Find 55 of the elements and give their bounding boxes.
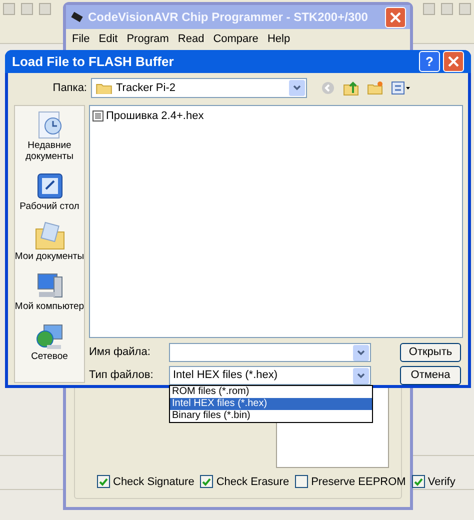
check-icon <box>202 478 212 486</box>
checkbox[interactable] <box>412 475 425 488</box>
places-item[interactable]: Мои документы <box>15 221 84 262</box>
dropdown-button[interactable] <box>289 80 305 96</box>
checkbox[interactable] <box>200 475 214 488</box>
dropdown-option[interactable]: ROM files (*.rom) <box>170 386 372 398</box>
filetype-combo[interactable]: Intel HEX files (*.hex) <box>169 366 371 385</box>
close-icon <box>448 56 459 67</box>
filename-field[interactable] <box>169 343 371 362</box>
checkbox[interactable] <box>97 475 110 488</box>
new-folder-icon[interactable] <box>367 81 383 95</box>
dropdown-button[interactable] <box>353 368 369 384</box>
view-menu-icon[interactable] <box>391 81 411 95</box>
folder-combo[interactable]: Tracker Pi-2 <box>91 78 307 98</box>
checkbox-label: Check Erasure <box>216 474 290 490</box>
dropdown-button[interactable] <box>353 344 369 360</box>
menu-item[interactable]: Compare <box>213 30 258 48</box>
menu-item[interactable]: Program <box>126 30 169 48</box>
chevron-down-icon <box>357 350 365 356</box>
menu-item[interactable]: File <box>72 30 90 48</box>
folder-label: Папка: <box>52 80 87 96</box>
filetype-label: Тип файлов: <box>89 368 154 384</box>
cancel-button[interactable]: Отмена <box>400 366 461 385</box>
window-title: CodeVisionAVR Chip Programmer - STK200+/300 <box>88 9 369 26</box>
places-item[interactable]: Недавние документы <box>15 110 84 162</box>
menu-item[interactable]: Help <box>267 30 290 48</box>
close-button[interactable] <box>443 51 464 72</box>
menu-item[interactable]: Edit <box>98 30 118 48</box>
up-folder-icon[interactable] <box>343 80 359 96</box>
checkbox-label: Preserve EEPROM <box>311 474 406 490</box>
check-icon <box>99 478 108 486</box>
help-button[interactable]: ? <box>419 51 440 72</box>
checkbox-label: Check Signature <box>113 474 194 490</box>
window-title: Load File to FLASH Buffer <box>12 52 175 71</box>
chevron-down-icon <box>293 85 301 91</box>
hex-file-entry[interactable]: Прошивка 2.4+.hex <box>92 108 204 124</box>
check-icon <box>414 478 423 486</box>
folder-name: Tracker Pi-2 <box>116 80 176 96</box>
folder-icon <box>96 82 112 94</box>
file-icon <box>92 110 104 122</box>
checkbox[interactable] <box>295 475 308 488</box>
dropdown-option[interactable]: Binary files (*.bin) <box>170 410 372 422</box>
close-button[interactable] <box>385 6 406 28</box>
dropdown-option[interactable]: Intel HEX files (*.hex) <box>170 398 372 410</box>
documents-folder-icon <box>34 221 66 251</box>
desktop-icon <box>34 171 64 201</box>
places-item[interactable]: Мой компьютер <box>15 271 84 312</box>
checkbox-label: Verify <box>428 474 456 490</box>
chevron-down-icon <box>357 372 365 378</box>
places-item[interactable]: Рабочий стол <box>15 171 84 212</box>
open-button[interactable]: Открыть <box>400 343 461 362</box>
menu-item[interactable]: Read <box>178 30 204 48</box>
close-icon <box>390 12 401 22</box>
places-item[interactable]: Сетевое <box>15 321 84 362</box>
filename-label: Имя файла: <box>89 345 152 360</box>
